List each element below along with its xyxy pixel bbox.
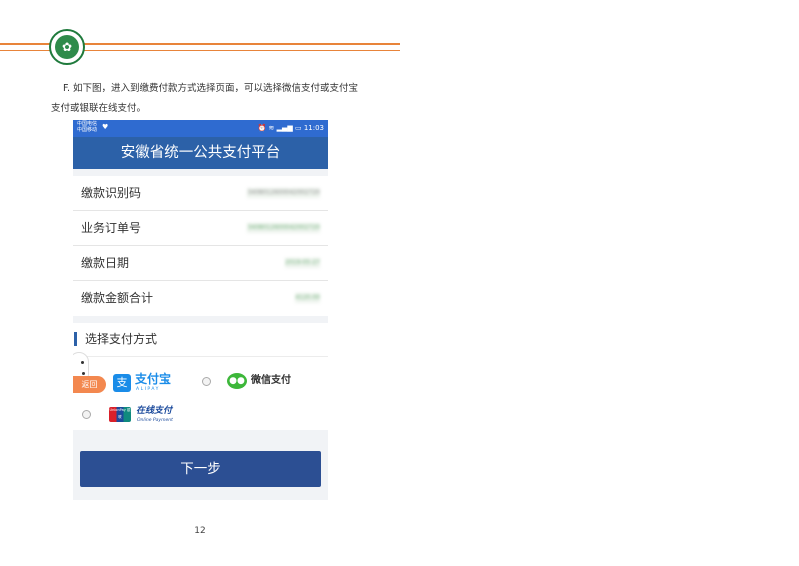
logo-emblem: ✿ xyxy=(55,35,79,59)
payment-method-section: 选择支付方式 支 支付宝 ALIPAY ●● 微信支付 UnionPay 银联 … xyxy=(73,323,328,430)
health-icon: ♥ xyxy=(102,123,109,131)
row-value: 3408012600042002720 xyxy=(247,188,320,198)
wechat-pay-label[interactable]: 微信支付 xyxy=(251,375,291,387)
info-row-order-number: 业务订单号 3408012600042002720 xyxy=(73,211,328,246)
section-divider xyxy=(81,356,328,357)
signal-icon: ▂▄▆ xyxy=(276,124,293,132)
info-row-payment-code: 缴款识别码 3408012600042002720 xyxy=(73,176,328,211)
wechat-radio[interactable] xyxy=(202,377,211,386)
row-label: 缴款金额合计 xyxy=(81,291,154,305)
phone-screenshot: 中国电信 中国移动 ♥ ⏰ ≋ ▂▄▆ ▭ 11:03 安徽省统一公共支付平台 … xyxy=(73,120,328,500)
unionpay-radio[interactable] xyxy=(82,410,91,419)
info-row-payment-date: 缴款日期 2019-05-27 xyxy=(73,246,328,281)
row-label: 缴款识别码 xyxy=(81,186,142,200)
section-title: 选择支付方式 xyxy=(85,332,158,346)
alipay-icon[interactable]: 支 xyxy=(113,374,131,392)
carrier-info: 中国电信 中国移动 xyxy=(77,121,98,133)
info-row-total-amount: 缴款金额合计 4120.00 xyxy=(73,281,328,316)
row-value: 2019-05-27 xyxy=(285,258,320,268)
row-value: 3408012600042002720 xyxy=(247,223,320,233)
app-titlebar: 安徽省统一公共支付平台 xyxy=(73,137,328,169)
wechat-pay-icon[interactable]: ●● xyxy=(227,373,247,389)
instruction-line-1: F. 如下图，进入到缴费付款方式选择页面，可以选择微信支付或支付宝 xyxy=(63,83,358,94)
battery-icon: ▭ xyxy=(294,124,302,132)
page-number: 12 xyxy=(194,526,206,536)
status-time: 11:03 xyxy=(303,124,324,132)
unionpay-icon[interactable]: UnionPay 银联 xyxy=(109,407,131,422)
wifi-icon: ≋ xyxy=(268,124,275,132)
row-label: 缴款日期 xyxy=(81,256,130,270)
alipay-en-label: ALIPAY xyxy=(136,387,160,392)
alipay-label[interactable]: 支付宝 xyxy=(135,372,171,386)
payment-info-list: 缴款识别码 3408012600042002720 业务订单号 34080126… xyxy=(73,176,328,316)
logo-glyph-icon: ✿ xyxy=(61,40,73,54)
instruction-line-2: 支付或银联在线支付。 xyxy=(51,103,147,114)
row-value: 4120.00 xyxy=(295,293,320,303)
school-logo: ✿ xyxy=(49,29,85,65)
next-step-button[interactable]: 下一步 xyxy=(80,451,321,487)
status-bar: 中国电信 中国移动 ♥ ⏰ ≋ ▂▄▆ ▭ 11:03 xyxy=(73,120,328,137)
section-marker xyxy=(74,332,77,346)
app-title: 安徽省统一公共支付平台 xyxy=(120,145,281,161)
unionpay-en-label: Online Payment xyxy=(137,418,173,423)
unionpay-label[interactable]: 在线支付 xyxy=(136,406,172,417)
row-label: 业务订单号 xyxy=(81,221,142,235)
alarm-icon: ⏰ xyxy=(257,124,267,132)
status-icons: ⏰ ≋ ▂▄▆ ▭ 11:03 xyxy=(258,123,325,133)
back-button[interactable]: 返回 xyxy=(73,376,106,393)
